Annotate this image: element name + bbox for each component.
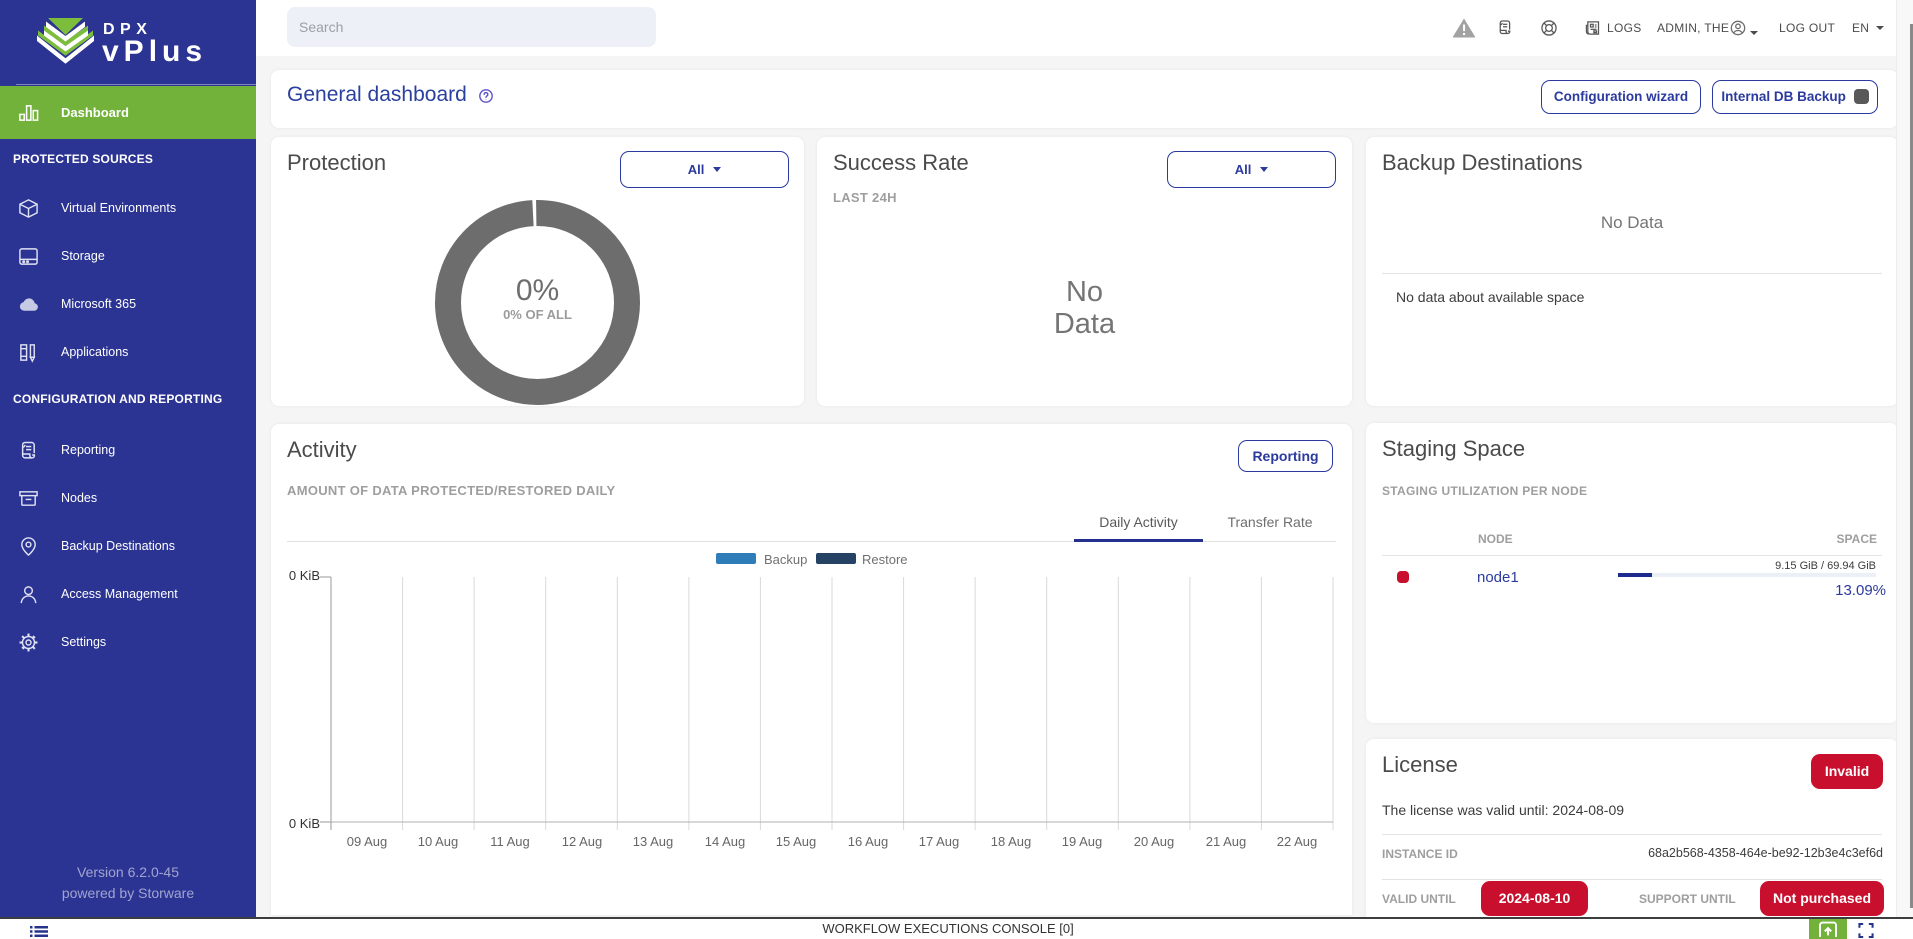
svg-text:vPlus: vPlus xyxy=(102,35,207,68)
